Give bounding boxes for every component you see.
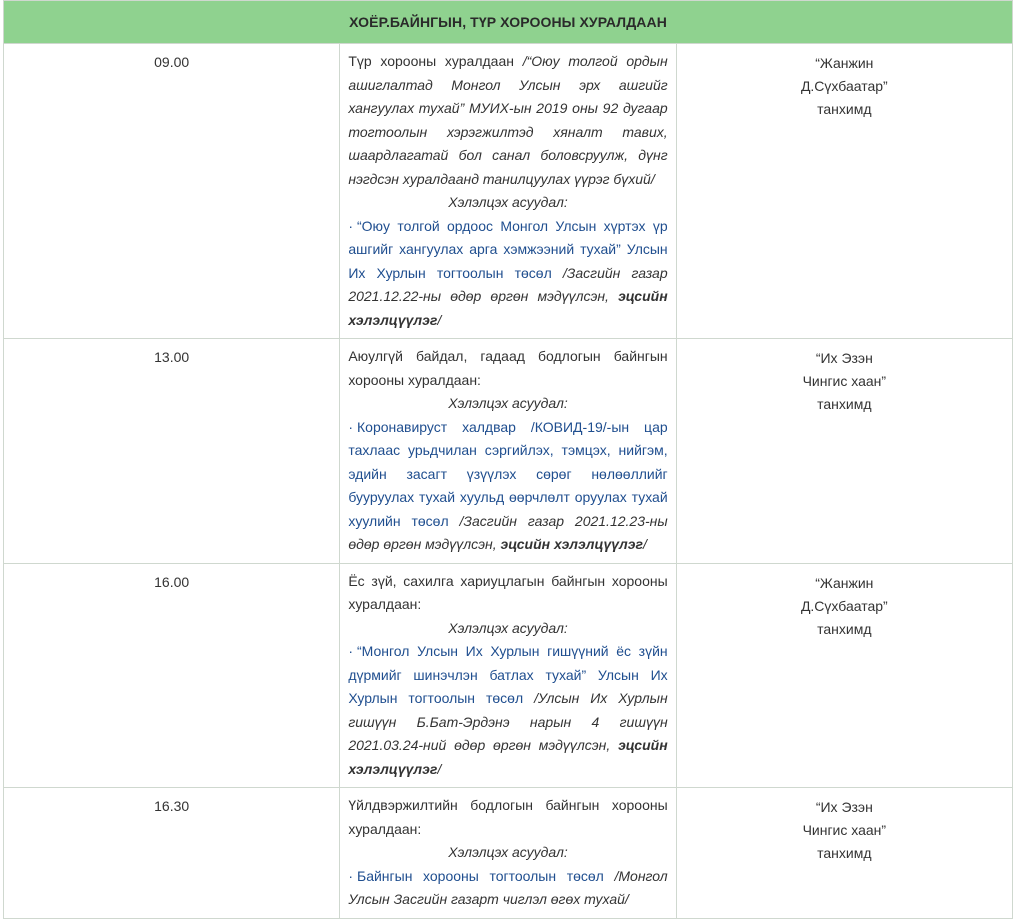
location-line: “Жанжин (815, 574, 874, 591)
location-line: танхимд (817, 396, 872, 412)
agenda-item[interactable]: · “Оюу толгой ордоос Монгол Улсын хүртэх … (348, 215, 667, 333)
session-title-text: Ёс зүй, сахилга хариуцлагын байнгын хоро… (348, 572, 668, 613)
table-row: 16.00 Ёс зүй, сахилга хариуцлагын байнгы… (2, 562, 1014, 788)
bullet-icon: · (348, 643, 353, 659)
location-line: “Их Эзэн (815, 799, 873, 815)
location-line: Чингис хаан” (802, 822, 887, 838)
session-location: “Их Эзэн Чингис хаан” танхимд (675, 338, 1014, 564)
location-line: Д.Сүхбаатар” (800, 78, 888, 94)
agenda-subheading: Хэлэлцэх асуудал: (448, 619, 568, 636)
location-line: танхимд (817, 620, 872, 637)
agenda-item-end: / (437, 311, 442, 328)
location-line: “Их Эзэн (815, 350, 873, 366)
session-content: Аюулгүй байдал, гадаад бодлогын байнгын … (339, 338, 677, 564)
session-time: 13.00 (2, 338, 341, 564)
location-line: танхимд (817, 101, 872, 117)
session-title-note: /“Оюу толгой ордын ашиглалтад Монгол Улс… (348, 53, 668, 187)
agenda-item-end: / (642, 536, 647, 552)
session-time: 16.30 (2, 787, 341, 919)
session-title: Аюулгүй байдал, гадаад бодлогын байнгын … (348, 345, 667, 392)
agenda-item-status: эцсийн хэлэлцүүлэг (500, 536, 643, 552)
location-line: Чингис хаан” (802, 373, 887, 389)
session-title-text: Аюулгүй байдал, гадаад бодлогын байнгын … (348, 348, 668, 388)
session-title: Үйлдвэржилтийн бодлогын байнгын хорооны … (348, 794, 667, 841)
session-content: Түр хорооны хуралдаан /“Оюу толгой ордын… (339, 43, 677, 339)
agenda-item[interactable]: · “Монгол Улсын Их Хурлын гишүүний ёс зүй… (348, 640, 667, 781)
table-row: 16.30 Үйлдвэржилтийн бодлогын байнгын хо… (2, 787, 1014, 919)
schedule-table: ХОЁР.БАЙНГЫН, ТҮР ХОРООНЫ ХУРАЛДААН 09.0… (2, 0, 1014, 919)
agenda-item[interactable]: · Байнгын хорооны тогтоолын төсөл /Монгол… (348, 865, 667, 912)
session-title-text: Үйлдвэржилтийн бодлогын байнгын хорооны … (348, 797, 668, 837)
agenda-item[interactable]: · Коронавируст халдвар /КОВИД-19/-ын цар … (348, 416, 667, 557)
agenda-subheading: Хэлэлцэх асуудал: (448, 395, 568, 411)
session-location: “Их Эзэн Чингис хаан” танхимд (675, 787, 1014, 919)
location-line: “Жанжин (815, 55, 874, 71)
agenda-item-end: / (437, 760, 442, 777)
table-row: 09.00 Түр хорооны хуралдаан /“Оюу толгой… (2, 43, 1014, 339)
bullet-icon: · (348, 217, 353, 234)
bullet-icon: · (348, 867, 353, 884)
location-line: Д.Сүхбаатар” (800, 597, 888, 614)
table-row: 13.00 Аюулгүй байдал, гадаад бодлогын ба… (2, 338, 1014, 564)
location-line: танхимд (817, 845, 872, 861)
agenda-item-link[interactable]: Байнгын хорооны тогтоолын төсөл (357, 868, 604, 884)
session-time: 16.00 (2, 562, 341, 788)
agenda-subheading: Хэлэлцэх асуудал: (448, 844, 568, 860)
session-content: Үйлдвэржилтийн бодлогын байнгын хорооны … (339, 787, 677, 919)
bullet-icon: · (348, 418, 353, 435)
session-content: Ёс зүй, сахилга хариуцлагын байнгын хоро… (339, 562, 677, 788)
section-title: ХОЁР.БАЙНГЫН, ТҮР ХОРООНЫ ХУРАЛДААН (3, 0, 1013, 44)
table-header-row: ХОЁР.БАЙНГЫН, ТҮР ХОРООНЫ ХУРАЛДААН (3, 0, 1013, 44)
session-title: Түр хорооны хуралдаан /“Оюу толгой ордын… (348, 50, 667, 191)
session-location: “Жанжин Д.Сүхбаатар” танхимд (675, 562, 1014, 788)
session-location: “Жанжин Д.Сүхбаатар” танхимд (675, 43, 1014, 339)
session-title: Ёс зүй, сахилга хариуцлагын байнгын хоро… (348, 570, 667, 617)
agenda-subheading: Хэлэлцэх асуудал: (448, 194, 568, 210)
session-time: 09.00 (2, 43, 341, 339)
session-title-text: Түр хорооны хуралдаан (348, 53, 523, 69)
